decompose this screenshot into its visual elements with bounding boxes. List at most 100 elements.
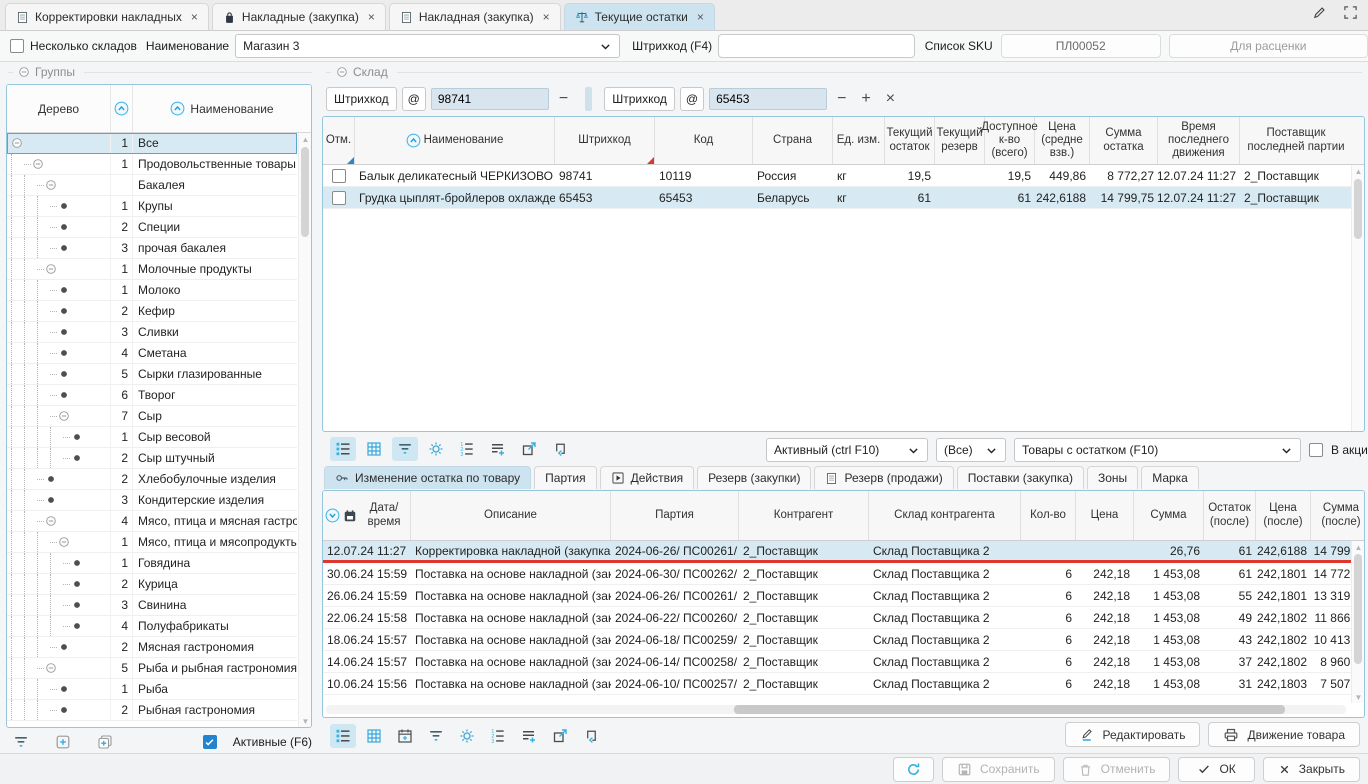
history-column-header[interactable]: Партия [611,491,739,540]
history-column-header[interactable]: Дата/ время [323,491,411,540]
maximize-icon[interactable] [1343,5,1358,20]
products-column-header[interactable]: Наименование [355,117,555,164]
tree-row[interactable]: 2Хлебобулочные изделия [7,469,297,490]
tree-row[interactable]: 1Мясо, птица и мясопродукты [7,532,297,553]
history-row[interactable]: 12.07.24 11:27Корректировка накладной (з… [323,541,1364,563]
tree-row[interactable]: 1Все [7,133,297,154]
leaf-node-icon[interactable] [71,620,83,632]
edit-button[interactable]: Редактировать [1065,722,1201,747]
detail-tab[interactable]: Резерв (продажи) [814,466,953,489]
add-cards-icon[interactable] [92,730,118,754]
history-row[interactable]: 22.06.24 15:58Поставка на основе накладн… [323,607,1364,629]
tree-row[interactable]: 1Молоко [7,280,297,301]
tree-row[interactable]: 2Рыбная гастрономия [7,700,297,721]
close-button[interactable]: Закрыть [1263,757,1360,782]
add-barcode-button[interactable]: + [856,90,875,108]
collapse-node-icon[interactable] [45,263,57,275]
collapse-node-icon[interactable] [58,410,70,422]
history-column-header[interactable]: Остаток (после) [1204,491,1256,540]
tree-row[interactable]: 2Сыр штучный [7,448,297,469]
barcode1-input[interactable] [431,88,549,110]
tree-row[interactable]: 7Сыр [7,406,297,427]
detail-tab[interactable]: Резерв (закупки) [697,466,811,489]
history-hscrollbar[interactable] [326,705,1346,714]
leaf-node-icon[interactable] [71,599,83,611]
name-column-header[interactable]: Наименование [133,85,311,132]
tree-row[interactable]: 1Продовольственные товары [7,154,297,175]
stock-filter-select[interactable]: Товары с остатком (F10) [1014,438,1301,462]
leaf-node-icon[interactable] [71,557,83,569]
list-view-icon[interactable] [330,724,356,748]
tree-row[interactable]: 6Творог [7,385,297,406]
tree-row[interactable]: 1Говядина [7,553,297,574]
tab-close-icon[interactable]: × [368,10,375,24]
history-column-header[interactable]: Контрагент [739,491,869,540]
products-column-header[interactable]: Страна [753,117,833,164]
leaf-node-icon[interactable] [58,368,70,380]
collapse-node-icon[interactable] [11,137,23,149]
leaf-node-icon[interactable] [58,389,70,401]
leaf-node-icon[interactable] [45,494,57,506]
tree-column-header[interactable]: Дерево [7,85,111,132]
multi-store-checkbox[interactable] [10,39,24,53]
leaf-node-icon[interactable] [58,242,70,254]
products-column-header[interactable]: Цена (средне взв.) [1035,117,1090,164]
leaf-node-icon[interactable] [58,641,70,653]
ok-button[interactable]: ОК [1178,757,1254,782]
products-column-header[interactable]: Поставщик последней партии [1240,117,1352,164]
history-row[interactable]: 30.06.24 15:59Поставка на основе накладн… [323,563,1364,585]
products-column-header[interactable]: Сумма остатка [1090,117,1158,164]
app-tab[interactable]: Корректировки накладных× [5,3,209,30]
history-column-header[interactable]: Сумма (после) [1311,491,1365,540]
collapse-icon[interactable] [336,66,348,78]
row-checkbox[interactable] [332,169,346,183]
row-checkbox[interactable] [332,191,346,205]
collapse-icon[interactable] [18,66,30,78]
filter-icon[interactable] [392,437,418,461]
active-f6-checkbox[interactable] [203,735,217,749]
settings-gear-icon[interactable] [454,724,480,748]
edit-pencil-icon[interactable] [1312,5,1327,20]
refresh-button[interactable] [893,757,934,782]
products-column-header[interactable]: Текущий остаток [885,117,935,164]
tree-row[interactable]: 2Мясная гастрономия [7,637,297,658]
barcode1-button[interactable]: Штрихкод [326,87,397,111]
collapse-node-icon[interactable] [45,179,57,191]
leaf-node-icon[interactable] [71,431,83,443]
detail-tab[interactable]: Поставки (закупка) [957,466,1084,489]
status-filter-select[interactable]: Активный (ctrl F10) [766,438,928,462]
tree-scrollbar[interactable]: ▲ ▼ [298,133,311,727]
leaf-node-icon[interactable] [45,473,57,485]
tab-close-icon[interactable]: × [543,10,550,24]
tree-row[interactable]: 3Свинина [7,595,297,616]
leaf-node-icon[interactable] [58,200,70,212]
products-column-header[interactable]: Ед. изм. [833,117,885,164]
save-button[interactable]: Сохранить [942,757,1055,782]
history-column-header[interactable]: Описание [411,491,611,540]
at-icon[interactable]: @ [402,87,426,111]
tree-row[interactable]: 5Сырки глазированные [7,364,297,385]
history-row[interactable]: 10.06.24 15:56Поставка на основе накладн… [323,673,1364,695]
barcode2-input[interactable] [709,88,827,110]
leaf-node-icon[interactable] [58,326,70,338]
open-external-icon[interactable] [516,437,542,461]
add-card-icon[interactable] [50,730,76,754]
numbered-list-icon[interactable]: 123 [485,724,511,748]
products-column-header[interactable]: Отм. [323,117,355,164]
settings-gear-icon[interactable] [423,437,449,461]
tree-row[interactable]: 2Кефир [7,301,297,322]
detail-tab[interactable]: Марка [1141,466,1199,489]
add-to-list-icon[interactable] [485,437,511,461]
product-row[interactable]: Балык деликатесный ЧЕРКИЗОВО9874110119Ро… [323,165,1364,187]
history-row[interactable]: 14.06.24 15:57Поставка на основе накладн… [323,651,1364,673]
list-view-icon[interactable] [330,437,356,461]
all-filter-select[interactable]: (Все) [936,438,1006,462]
sort-desc-icon[interactable] [325,508,340,523]
tree-row[interactable]: 3Кондитерские изделия [7,490,297,511]
history-column-header[interactable]: Кол-во [1021,491,1076,540]
leaf-node-icon[interactable] [58,221,70,233]
remove-barcode1-button[interactable]: − [554,90,573,108]
history-column-header[interactable]: Склад контрагента [869,491,1021,540]
app-tab[interactable]: Накладные (закупка)× [212,3,386,30]
tree-row[interactable]: 1Рыба [7,679,297,700]
